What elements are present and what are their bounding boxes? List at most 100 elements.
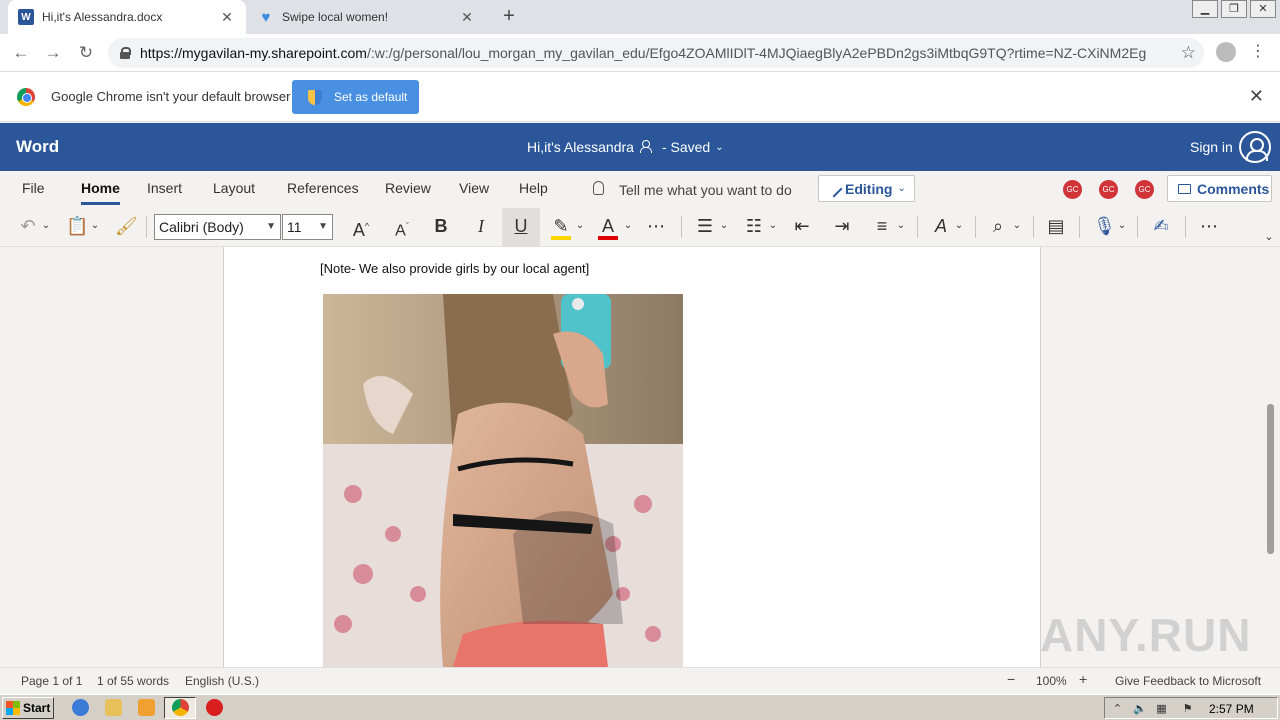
volume-icon[interactable]: 🔈 (1133, 702, 1147, 715)
editing-label: Editing (845, 180, 893, 197)
underline-icon[interactable]: U (511, 214, 531, 238)
taskbar-chrome-active[interactable] (164, 697, 196, 719)
address-bar[interactable]: https://mygavilan-my.sharepoint.com/:w:/… (108, 38, 1204, 68)
close-tab-icon[interactable]: ✕ (218, 9, 236, 26)
format-painter-icon[interactable]: 🖌 (115, 214, 138, 238)
account-avatar-icon[interactable] (1239, 131, 1271, 163)
tab-review[interactable]: Review (385, 180, 431, 196)
chevron-down-icon[interactable]: ⌄ (767, 214, 779, 238)
tray-expand-icon[interactable]: ⌃ (1111, 702, 1124, 715)
close-tab-icon[interactable]: ✕ (458, 9, 476, 26)
set-as-default-button[interactable]: Set as default (292, 80, 419, 114)
forward-button[interactable]: → (42, 42, 64, 64)
close-window-button[interactable]: ✕ (1250, 0, 1276, 18)
chevron-down-icon[interactable]: ⌄ (40, 214, 52, 238)
give-feedback-link[interactable]: Give Feedback to Microsoft (1115, 674, 1261, 688)
vertical-scrollbar-thumb[interactable] (1267, 404, 1274, 554)
editor-icon[interactable]: ✍ (1150, 214, 1172, 238)
editing-mode-button[interactable]: Editing ⌄ (818, 175, 915, 202)
reload-button[interactable]: ↻ (75, 42, 97, 64)
numbering-icon[interactable]: ☷ (743, 214, 765, 238)
font-color-icon[interactable]: A (598, 214, 618, 238)
bullets-icon[interactable]: ☰ (694, 214, 716, 238)
chevron-down-icon[interactable]: ⌄ (1116, 214, 1128, 238)
tab-layout[interactable]: Layout (213, 180, 255, 196)
document-title-area[interactable]: Hi,it's Alessandra - Saved ⌄ (527, 139, 724, 155)
tab-help[interactable]: Help (519, 180, 548, 196)
grow-font-icon[interactable]: A^ (350, 214, 372, 240)
zoom-out-button[interactable]: − (1007, 671, 1015, 687)
flag-icon[interactable]: ⚑ (1181, 702, 1194, 715)
chevron-down-icon: ⌄ (715, 141, 724, 153)
tab-insert[interactable]: Insert (147, 180, 182, 196)
new-tab-button[interactable]: + (498, 6, 520, 28)
word-header: Word Hi,it's Alessandra - Saved ⌄ Sign i… (0, 123, 1280, 171)
file-explorer-icon[interactable] (105, 699, 122, 716)
media-player-icon[interactable] (138, 699, 155, 716)
font-size-select[interactable]: 11 ▼ (282, 214, 333, 240)
app-name[interactable]: Word (16, 137, 59, 157)
tab-file[interactable]: File (22, 180, 45, 196)
dictate-microphone-icon[interactable]: 🎙 (1093, 214, 1116, 238)
paste-clipboard-icon[interactable]: 📋 (66, 214, 88, 238)
presence-avatar[interactable]: GC (1099, 180, 1118, 199)
heart-icon: ♥ (261, 8, 271, 26)
opera-icon[interactable] (206, 699, 223, 716)
network-icon[interactable]: ▦ (1155, 702, 1168, 715)
expand-ribbon-icon[interactable]: ⌄ (1262, 225, 1276, 249)
word-count[interactable]: 1 of 55 words (97, 674, 169, 688)
minimize-button[interactable]: ▁ (1192, 0, 1218, 18)
tab-home[interactable]: Home (81, 180, 120, 205)
chrome-menu-icon[interactable]: ⋮ (1250, 41, 1266, 61)
chevron-down-icon[interactable]: ⌄ (895, 214, 907, 238)
infobar-close-icon[interactable]: ✕ (1249, 86, 1264, 107)
clock[interactable]: 2:57 PM (1209, 702, 1254, 716)
tab-references[interactable]: References (287, 180, 359, 196)
highlight-icon[interactable]: ✎ (551, 214, 571, 238)
document-page[interactable]: [Note- We also provide girls by our loca… (223, 247, 1041, 667)
increase-indent-icon[interactable]: ⇥ (831, 214, 853, 238)
presence-avatar[interactable]: GC (1063, 180, 1082, 199)
start-button[interactable]: Start (2, 697, 54, 719)
shrink-font-icon[interactable]: Aˇ (391, 214, 413, 239)
chevron-down-icon[interactable]: ⌄ (953, 214, 965, 238)
chevron-down-icon[interactable]: ⌄ (718, 214, 730, 238)
back-button[interactable]: ← (10, 42, 32, 64)
zoom-in-button[interactable]: + (1079, 671, 1087, 687)
tell-me-search[interactable]: Tell me what you want to do (619, 182, 792, 198)
decrease-indent-icon[interactable]: ⇤ (791, 214, 813, 238)
align-icon[interactable]: ≡ (871, 214, 893, 238)
chevron-down-icon[interactable]: ⌄ (574, 214, 586, 238)
bookmark-star-icon[interactable]: ☆ (1181, 43, 1196, 63)
anyrun-watermark: ANY.RUN (1040, 609, 1252, 661)
tab-view[interactable]: View (459, 180, 489, 196)
zoom-level[interactable]: 100% (1036, 674, 1067, 688)
italic-icon[interactable]: I (471, 214, 491, 238)
comments-button[interactable]: Comments (1167, 175, 1272, 202)
more-commands-icon[interactable]: ⋯ (1198, 214, 1220, 238)
language[interactable]: English (U.S.) (185, 674, 259, 688)
font-name-value: Calibri (Body) (159, 219, 244, 235)
sign-in-link[interactable]: Sign in (1190, 139, 1233, 155)
chevron-down-icon[interactable]: ⌄ (1011, 214, 1023, 238)
find-icon[interactable]: ⌕ (987, 214, 1009, 238)
document-canvas[interactable]: [Note- We also provide girls by our loca… (0, 247, 1280, 667)
internet-explorer-icon[interactable] (72, 699, 89, 716)
font-name-select[interactable]: Calibri (Body) ▼ (154, 214, 281, 240)
tab-swipe[interactable]: ♥ Swipe local women! ✕ (248, 0, 486, 34)
chevron-down-icon[interactable]: ⌄ (622, 214, 634, 238)
photo-image (323, 294, 683, 667)
presence-avatar[interactable]: GC (1135, 180, 1154, 199)
embedded-photo[interactable] (323, 294, 683, 667)
lock-icon[interactable] (120, 47, 131, 59)
immersive-reader-icon[interactable]: ▤ (1045, 214, 1067, 238)
document-title: Hi,it's Alessandra (527, 139, 634, 155)
more-options-icon[interactable]: ⋯ (645, 214, 667, 238)
undo-icon[interactable]: ↶ (18, 214, 38, 238)
restore-button[interactable]: ❐ (1221, 0, 1247, 18)
chevron-down-icon[interactable]: ⌄ (89, 214, 101, 238)
bold-icon[interactable]: B (431, 214, 451, 238)
profile-avatar-icon[interactable] (1216, 42, 1236, 62)
styles-icon[interactable]: A (930, 214, 952, 238)
tab-word-document[interactable]: W Hi,it's Alessandra.docx ✕ (8, 0, 246, 34)
